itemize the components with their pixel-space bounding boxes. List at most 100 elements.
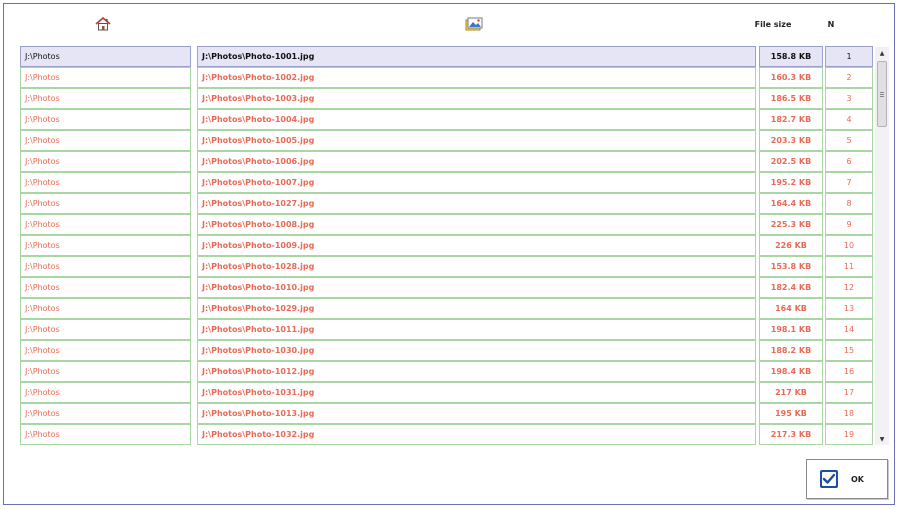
file-size-cell: 164.4 KB <box>759 193 823 214</box>
table-row[interactable]: J:\Photos J:\Photos\Photo-1005.jpg 203.3 K… <box>19 130 874 151</box>
file-path-cell: J:\Photos\Photo-1011.jpg <box>197 319 756 340</box>
folder-cell: J:\Photos <box>20 361 191 382</box>
table-row[interactable]: J:\Photos J:\Photos\Photo-1007.jpg 195.2 K… <box>19 172 874 193</box>
file-path-cell: J:\Photos\Photo-1009.jpg <box>197 235 756 256</box>
folder-column-header[interactable] <box>16 4 190 44</box>
index-cell: 10 <box>825 235 873 256</box>
table-row[interactable]: J:\Photos J:\Photos\Photo-1003.jpg 186.5 K… <box>19 88 874 109</box>
n-column-header[interactable]: N <box>806 4 856 44</box>
file-size-cell: 158.8 KB <box>759 46 823 67</box>
folder-cell: J:\Photos <box>20 193 191 214</box>
file-path-cell: J:\Photos\Photo-1029.jpg <box>197 298 756 319</box>
file-path-cell: J:\Photos\Photo-1012.jpg <box>197 361 756 382</box>
table-row[interactable]: J:\Photos J:\Photos\Photo-1029.jpg 164 KB 1… <box>19 298 874 319</box>
file-size-cell: 203.3 KB <box>759 130 823 151</box>
folder-cell: J:\Photos <box>20 256 191 277</box>
folder-cell: J:\Photos <box>20 88 191 109</box>
n-header-label: N <box>827 19 835 29</box>
file-path-cell: J:\Photos\Photo-1008.jpg <box>197 214 756 235</box>
vertical-scrollbar[interactable]: ▲ ▼ <box>875 47 889 445</box>
file-path-cell: J:\Photos\Photo-1032.jpg <box>197 424 756 445</box>
home-icon <box>95 17 111 31</box>
file-size-cell: 153.8 KB <box>759 256 823 277</box>
folder-cell: J:\Photos <box>20 277 191 298</box>
table-row[interactable]: J:\Photos J:\Photos\Photo-1002.jpg 160.3 K… <box>19 67 874 88</box>
file-path-cell: J:\Photos\Photo-1013.jpg <box>197 403 756 424</box>
table-row[interactable]: J:\Photos J:\Photos\Photo-1004.jpg 182.7 K… <box>19 109 874 130</box>
table-row[interactable]: J:\Photos J:\Photos\Photo-1009.jpg 226 KB 1… <box>19 235 874 256</box>
ok-button[interactable]: OK <box>806 459 888 499</box>
index-cell: 16 <box>825 361 873 382</box>
size-header-label: File size <box>754 19 792 29</box>
file-path-cell: J:\Photos\Photo-1004.jpg <box>197 109 756 130</box>
file-list-dialog: File size N J:\Photos J:\Photos\Photo-100… <box>3 3 895 505</box>
table-row[interactable]: J:\Photos J:\Photos\Photo-1010.jpg 182.4 K… <box>19 277 874 298</box>
file-path-cell: J:\Photos\Photo-1001.jpg <box>197 46 756 67</box>
index-cell: 1 <box>825 46 873 67</box>
folder-cell: J:\Photos <box>20 298 191 319</box>
file-path-cell: J:\Photos\Photo-1030.jpg <box>197 340 756 361</box>
folder-cell: J:\Photos <box>20 151 191 172</box>
file-size-cell: 182.7 KB <box>759 109 823 130</box>
file-size-cell: 226 KB <box>759 235 823 256</box>
folder-cell: J:\Photos <box>20 109 191 130</box>
folder-cell: J:\Photos <box>20 403 191 424</box>
picture-icon <box>465 17 483 32</box>
file-path-cell: J:\Photos\Photo-1006.jpg <box>197 151 756 172</box>
file-size-cell: 225.3 KB <box>759 214 823 235</box>
file-size-cell: 202.5 KB <box>759 151 823 172</box>
grip-icon <box>880 92 884 93</box>
ok-button-label: OK <box>851 474 864 484</box>
table-row[interactable]: J:\Photos J:\Photos\Photo-1030.jpg 188.2 K… <box>19 340 874 361</box>
table-row[interactable]: J:\Photos J:\Photos\Photo-1006.jpg 202.5 K… <box>19 151 874 172</box>
table-row[interactable]: J:\Photos J:\Photos\Photo-1012.jpg 198.4 K… <box>19 361 874 382</box>
index-cell: 3 <box>825 88 873 109</box>
index-cell: 8 <box>825 193 873 214</box>
index-cell: 14 <box>825 319 873 340</box>
table-row[interactable]: J:\Photos J:\Photos\Photo-1013.jpg 195 KB 1… <box>19 403 874 424</box>
index-cell: 13 <box>825 298 873 319</box>
index-cell: 11 <box>825 256 873 277</box>
file-path-cell: J:\Photos\Photo-1007.jpg <box>197 172 756 193</box>
file-column-header[interactable] <box>194 4 754 44</box>
file-size-cell: 217 KB <box>759 382 823 403</box>
table-row[interactable]: J:\Photos J:\Photos\Photo-1001.jpg 158.8 K… <box>19 46 874 67</box>
folder-cell: J:\Photos <box>20 130 191 151</box>
file-size-cell: 182.4 KB <box>759 277 823 298</box>
index-cell: 5 <box>825 130 873 151</box>
index-cell: 18 <box>825 403 873 424</box>
file-size-cell: 217.3 KB <box>759 424 823 445</box>
table-row[interactable]: J:\Photos J:\Photos\Photo-1032.jpg 217.3 K… <box>19 424 874 445</box>
checkbox-checked-icon <box>819 469 839 489</box>
file-path-cell: J:\Photos\Photo-1003.jpg <box>197 88 756 109</box>
file-size-cell: 160.3 KB <box>759 67 823 88</box>
file-size-cell: 195 KB <box>759 403 823 424</box>
file-table: J:\Photos J:\Photos\Photo-1001.jpg 158.8 K… <box>19 46 874 446</box>
file-size-cell: 198.1 KB <box>759 319 823 340</box>
folder-cell: J:\Photos <box>20 424 191 445</box>
table-row[interactable]: J:\Photos J:\Photos\Photo-1011.jpg 198.1 K… <box>19 319 874 340</box>
file-path-cell: J:\Photos\Photo-1005.jpg <box>197 130 756 151</box>
folder-cell: J:\Photos <box>20 46 191 67</box>
index-cell: 7 <box>825 172 873 193</box>
folder-cell: J:\Photos <box>20 67 191 88</box>
folder-cell: J:\Photos <box>20 172 191 193</box>
scrollbar-thumb[interactable] <box>877 61 887 127</box>
table-row[interactable]: J:\Photos J:\Photos\Photo-1028.jpg 153.8 K… <box>19 256 874 277</box>
index-cell: 2 <box>825 67 873 88</box>
file-path-cell: J:\Photos\Photo-1002.jpg <box>197 67 756 88</box>
arrow-down-icon[interactable]: ▼ <box>875 433 889 445</box>
folder-cell: J:\Photos <box>20 340 191 361</box>
index-cell: 12 <box>825 277 873 298</box>
table-row[interactable]: J:\Photos J:\Photos\Photo-1008.jpg 225.3 K… <box>19 214 874 235</box>
file-size-cell: 164 KB <box>759 298 823 319</box>
file-size-cell: 186.5 KB <box>759 88 823 109</box>
file-size-cell: 188.2 KB <box>759 340 823 361</box>
table-row[interactable]: J:\Photos J:\Photos\Photo-1031.jpg 217 KB 1… <box>19 382 874 403</box>
file-path-cell: J:\Photos\Photo-1031.jpg <box>197 382 756 403</box>
file-path-cell: J:\Photos\Photo-1027.jpg <box>197 193 756 214</box>
table-row[interactable]: J:\Photos J:\Photos\Photo-1027.jpg 164.4 K… <box>19 193 874 214</box>
arrow-up-icon[interactable]: ▲ <box>875 47 889 59</box>
folder-cell: J:\Photos <box>20 214 191 235</box>
size-column-header[interactable]: File size <box>740 4 806 44</box>
